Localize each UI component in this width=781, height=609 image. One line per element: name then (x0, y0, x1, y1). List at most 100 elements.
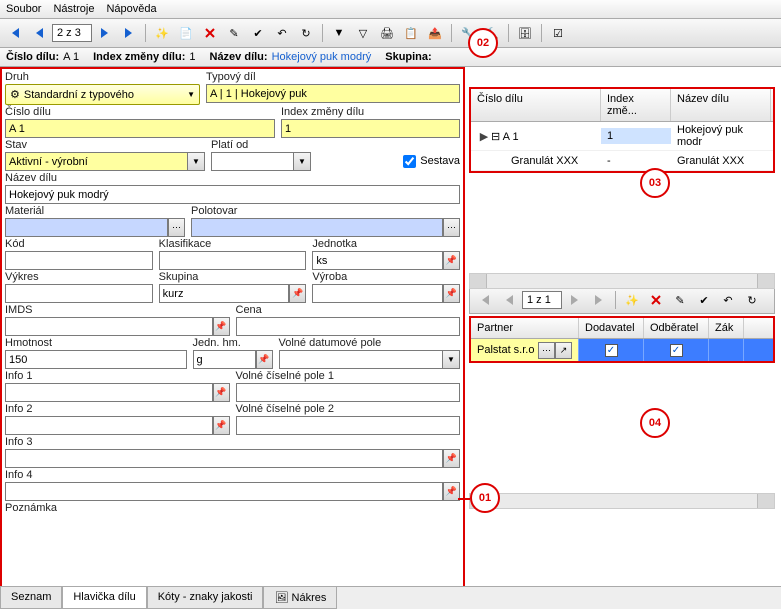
db-icon[interactable]: 🗄 (514, 22, 536, 44)
polotovar-input[interactable] (191, 218, 443, 237)
info3-pin-icon[interactable]: 📌 (443, 449, 460, 468)
nav-prev-icon[interactable] (28, 22, 50, 44)
p-col-zak[interactable]: Zák (709, 318, 744, 338)
nav-next-icon[interactable] (94, 22, 116, 44)
save-icon[interactable]: ✔ (247, 22, 269, 44)
tree-cell: A 1 (503, 131, 519, 143)
plati-dropdown-icon[interactable]: ▼ (294, 152, 311, 171)
filter-off-icon[interactable]: ▽ (352, 22, 374, 44)
volned-dropdown-icon[interactable]: ▼ (443, 350, 460, 369)
tree-col-nazev[interactable]: Název dílu (671, 89, 771, 121)
dodavatel-checkbox[interactable]: ✓ (605, 344, 618, 357)
imds-pin-icon[interactable]: 📌 (213, 317, 230, 336)
kod-input[interactable] (5, 251, 153, 270)
partner-lookup-icon[interactable]: ⋯ (538, 342, 555, 359)
delete-icon[interactable] (199, 22, 221, 44)
jednhm-pin-icon[interactable]: 📌 (256, 350, 273, 369)
export-icon[interactable]: 📤 (424, 22, 446, 44)
volnec2-input[interactable] (236, 416, 461, 435)
p-refresh-icon[interactable]: ↻ (741, 289, 763, 311)
vyroba-pin-icon[interactable]: 📌 (443, 284, 460, 303)
p-prev-icon[interactable] (498, 289, 520, 311)
stav-dropdown-icon[interactable]: ▼ (188, 152, 205, 171)
tree-row[interactable]: ▶⊟ A 1 1 Hokejový puk modr (471, 122, 773, 151)
p-del-icon[interactable] (645, 289, 667, 311)
menu-tools[interactable]: Nástroje (53, 3, 94, 15)
status-cislo-lbl: Číslo dílu: (6, 51, 59, 63)
partner-open-icon[interactable]: ↗ (555, 342, 572, 359)
p-save-icon[interactable]: ✔ (693, 289, 715, 311)
p-col-dodavatel[interactable]: Dodavatel (579, 318, 644, 338)
print-icon[interactable]: 🖨 (376, 22, 398, 44)
stav-input[interactable] (5, 152, 188, 171)
index-input[interactable] (281, 119, 460, 138)
info1-pin-icon[interactable]: 📌 (213, 383, 230, 402)
sestava-checkbox[interactable] (403, 155, 416, 168)
cislo-input[interactable] (5, 119, 275, 138)
skupina-input[interactable] (159, 284, 290, 303)
vyroba-input[interactable] (312, 284, 443, 303)
p-first-icon[interactable] (474, 289, 496, 311)
info4-input[interactable] (5, 482, 443, 501)
p-undo-icon[interactable]: ↶ (717, 289, 739, 311)
undo-icon[interactable]: ↶ (271, 22, 293, 44)
tree-scrollbar[interactable] (469, 273, 775, 289)
imds-input[interactable] (5, 317, 213, 336)
tree-col-index[interactable]: Index změ... (601, 89, 671, 121)
info2-pin-icon[interactable]: 📌 (213, 416, 230, 435)
tab-koty[interactable]: Kóty - znaky jakosti (147, 587, 264, 609)
volnec1-input[interactable] (236, 383, 461, 402)
filter-icon[interactable]: ▼ (328, 22, 350, 44)
tab-seznam[interactable]: Seznam (0, 587, 62, 609)
partner-row[interactable]: Palstat s.r.o⋯↗ ✓ ✓ (471, 339, 773, 361)
cena-input[interactable] (236, 317, 461, 336)
check-icon[interactable]: ☑ (547, 22, 569, 44)
p-page-input[interactable] (522, 291, 562, 309)
info2-input[interactable] (5, 416, 213, 435)
p-next-icon[interactable] (564, 289, 586, 311)
p-edit-icon[interactable]: ✎ (669, 289, 691, 311)
info1-input[interactable] (5, 383, 213, 402)
menu-file[interactable]: Soubor (6, 3, 41, 15)
jednotka-input[interactable] (312, 251, 443, 270)
nav-last-icon[interactable] (118, 22, 140, 44)
druh-label: Druh (5, 71, 200, 84)
polotovar-lookup-icon[interactable]: ⋯ (443, 218, 460, 237)
image-icon: 🖼 (274, 592, 288, 604)
info3-input[interactable] (5, 449, 443, 468)
refresh-icon[interactable]: ↻ (295, 22, 317, 44)
jednhm-input[interactable] (193, 350, 256, 369)
nazev-input[interactable] (5, 185, 460, 204)
p-last-icon[interactable] (588, 289, 610, 311)
partner-scrollbar[interactable] (469, 493, 775, 509)
druh-dropdown[interactable]: ⚙ Standardní z typového ▼ (5, 84, 200, 105)
info1-label: Info 1 (5, 370, 230, 383)
tab-nakres[interactable]: 🖼 Nákres (263, 587, 337, 609)
material-lookup-icon[interactable]: ⋯ (168, 218, 185, 237)
volned-input[interactable] (279, 350, 444, 369)
material-input[interactable] (5, 218, 168, 237)
p-col-odberatel[interactable]: Odběratel (644, 318, 709, 338)
jednotka-pin-icon[interactable]: 📌 (443, 251, 460, 270)
tree-col-cislo[interactable]: Číslo dílu (471, 89, 601, 121)
bottom-tabs: Seznam Hlavička dílu Kóty - znaky jakost… (0, 586, 781, 609)
p-col-partner[interactable]: Partner (471, 318, 579, 338)
nav-first-icon[interactable] (4, 22, 26, 44)
page-input[interactable] (52, 24, 92, 42)
new-icon[interactable]: ✨ (151, 22, 173, 44)
skupina-pin-icon[interactable]: 📌 (289, 284, 306, 303)
tree-row[interactable]: Granulát XXX - Granulát XXX (471, 151, 773, 171)
new2-icon[interactable]: 📄 (175, 22, 197, 44)
typovy-input[interactable] (206, 84, 460, 103)
klas-input[interactable] (159, 251, 307, 270)
menu-help[interactable]: Nápověda (106, 3, 156, 15)
p-new-icon[interactable]: ✨ (621, 289, 643, 311)
odberatel-checkbox[interactable]: ✓ (670, 344, 683, 357)
copy-icon[interactable]: 📋 (400, 22, 422, 44)
plati-input[interactable] (211, 152, 294, 171)
hmotnost-input[interactable] (5, 350, 187, 369)
edit-icon[interactable]: ✎ (223, 22, 245, 44)
tab-hlavicka[interactable]: Hlavička dílu (62, 587, 146, 609)
tree-expand-icon[interactable]: ⊟ (491, 131, 500, 143)
vykres-input[interactable] (5, 284, 153, 303)
